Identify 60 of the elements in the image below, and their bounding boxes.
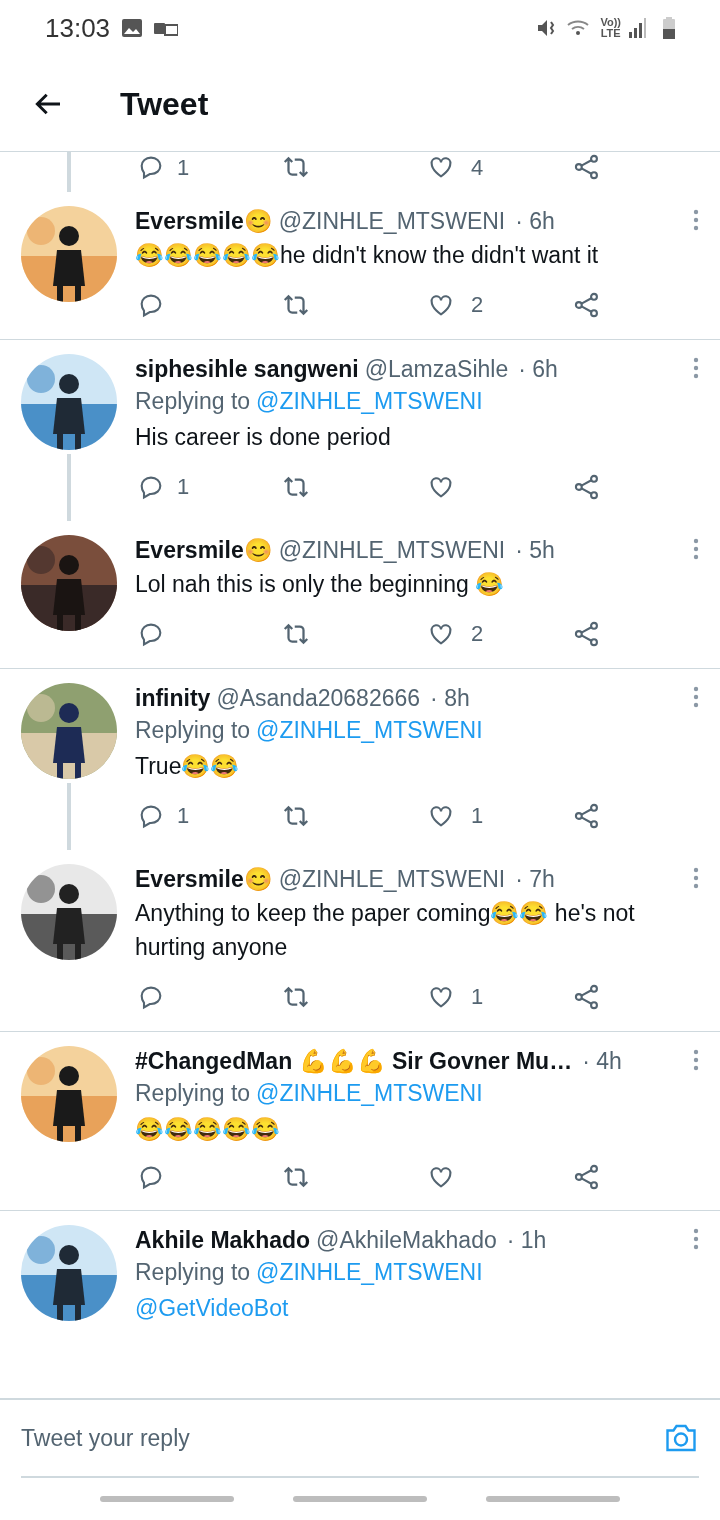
author-handle[interactable]: @AkhileMakhado — [316, 1225, 497, 1255]
battery-icon — [663, 17, 675, 39]
tweet-text: 😂😂😂😂😂he didn't know the didn't want it — [135, 241, 600, 270]
author-name[interactable]: Eversmile😊 — [135, 864, 273, 894]
share-icon[interactable] — [573, 472, 601, 501]
tweet-text: Lol nah this is only the beginning 😂 — [135, 570, 506, 599]
like-count: 4 — [471, 153, 484, 182]
tweet-time: · 7h — [515, 865, 555, 894]
tweet-time: · 5h — [515, 536, 555, 565]
author-name[interactable]: #ChangedMan 💪💪💪 Sir Govner Mu… — [135, 1046, 573, 1076]
share-icon[interactable] — [573, 801, 601, 830]
more-icon[interactable] — [693, 685, 699, 709]
share-icon[interactable] — [573, 1163, 601, 1191]
more-icon[interactable] — [693, 1048, 699, 1072]
author-name[interactable]: infinity — [135, 683, 211, 713]
page-title: Tweet — [120, 84, 209, 124]
clock: 13:03 — [45, 11, 111, 45]
tweet-time: · 8h — [430, 684, 470, 713]
author-handle[interactable]: @Asanda20682666 — [216, 683, 421, 713]
more-icon[interactable] — [693, 208, 699, 232]
signal-icon — [629, 18, 647, 38]
share-icon[interactable] — [573, 290, 601, 319]
reply-count: 1 — [177, 153, 190, 182]
lte-label: LTE — [600, 28, 621, 39]
share-icon[interactable] — [573, 619, 601, 648]
reply-count: 1 — [177, 473, 190, 501]
author-name[interactable]: Akhile Makhado — [135, 1225, 311, 1255]
like-count: 2 — [471, 291, 484, 319]
author-name[interactable]: Eversmile😊 — [135, 206, 273, 236]
more-icon[interactable] — [693, 356, 699, 380]
tweet-text: 😂😂😂😂😂 — [135, 1115, 281, 1144]
image-icon — [122, 19, 143, 37]
author-handle[interactable]: @LamzaSihle — [364, 354, 509, 384]
tweet-text: Anything to keep the paper coming😂😂 he's not hurting anyone — [135, 899, 636, 962]
reply-count: 1 — [177, 802, 190, 830]
like-count: 2 — [471, 620, 484, 648]
tweet-time: · 1h — [506, 1226, 547, 1255]
like-count: 1 — [471, 983, 484, 1011]
replying-label: Replying to — [135, 1079, 251, 1108]
share-icon[interactable] — [573, 153, 601, 181]
author-name[interactable]: siphesihle sangweni — [135, 354, 359, 384]
tweet-time: · 6h — [518, 355, 558, 384]
more-icon[interactable] — [693, 1227, 699, 1251]
reply-field[interactable]: Tweet your reply — [21, 1420, 663, 1456]
replying-label: Replying to — [135, 387, 251, 416]
share-icon[interactable] — [573, 982, 601, 1011]
more-icon[interactable] — [693, 866, 699, 890]
author-handle[interactable]: @ZINHLE_MTSWENI — [278, 535, 506, 565]
like-count: 1 — [471, 802, 484, 830]
tweet-time: · 6h — [515, 207, 555, 236]
replying-label: Replying to — [135, 716, 251, 745]
author-handle[interactable]: @ZINHLE_MTSWENI — [278, 864, 506, 894]
tweet-text: His career is done period — [135, 423, 392, 452]
tweet-time: · 4h — [582, 1047, 622, 1076]
author-handle[interactable]: @ZINHLE_MTSWENI — [278, 206, 506, 236]
more-icon[interactable] — [693, 537, 699, 561]
tweet-text: True😂😂 — [135, 752, 241, 781]
replying-label: Replying to — [135, 1258, 251, 1287]
author-name[interactable]: Eversmile😊 — [135, 535, 273, 565]
volte-label: Vo)) — [600, 17, 621, 28]
